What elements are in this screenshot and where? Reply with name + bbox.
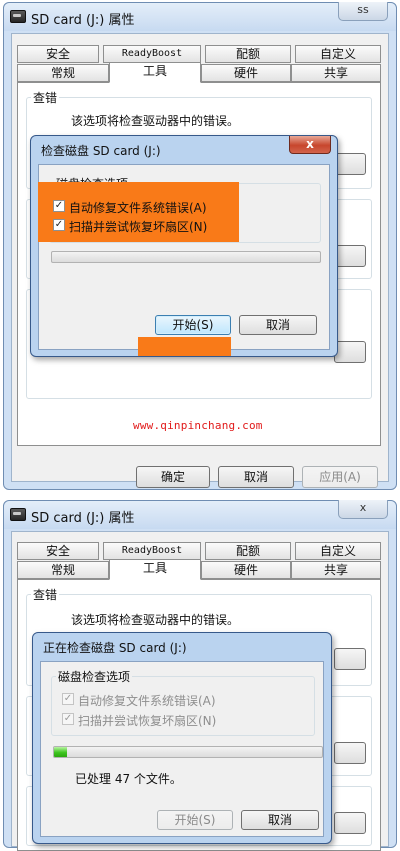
- tab-general-2[interactable]: 常规: [17, 561, 109, 579]
- options-group-label-2: 磁盘检查选项: [56, 668, 133, 685]
- tab-quota-2[interactable]: 配额: [205, 542, 291, 560]
- checkbox-scan-recover-2[interactable]: ✓: [62, 713, 74, 725]
- start-button[interactable]: 开始(S): [155, 315, 231, 335]
- label-auto-fix: 自动修复文件系统错误(A): [69, 201, 207, 215]
- tab-readyboost[interactable]: ReadyBoost: [103, 45, 201, 63]
- highlight-options: ✓ 自动修复文件系统错误(A) ✓ 扫描并尝试恢复坏扇区(N): [38, 182, 239, 242]
- tab-hardware-2[interactable]: 硬件: [201, 561, 291, 579]
- tab-sharing[interactable]: 共享: [291, 64, 381, 82]
- window-title-2: SD card (J:) 属性: [31, 511, 135, 526]
- tab-tools[interactable]: 工具: [109, 62, 201, 83]
- group-title-2: 查错: [31, 586, 60, 603]
- group-description-2: 该选项将检查驱动器中的错误。: [71, 613, 240, 627]
- checkbox-scan-recover[interactable]: ✓: [53, 219, 65, 231]
- backup-button-edge-2[interactable]: [334, 812, 366, 834]
- check-now-button-edge-2[interactable]: [334, 648, 366, 670]
- tab-customize[interactable]: 自定义: [295, 45, 381, 63]
- label-auto-fix-2: 自动修复文件系统错误(A): [78, 694, 216, 708]
- label-scan-recover-2: 扫描并尝试恢复坏扇区(N): [78, 714, 217, 728]
- title-bar-2: SD card (J:) 属性 x: [4, 500, 396, 529]
- title-bar: SD card (J:) 属性 ss: [4, 2, 396, 31]
- disk-check-options-group-2: 磁盘检查选项 ✓ 自动修复文件系统错误(A) ✓ 扫描并尝试恢复坏扇区(N): [51, 668, 315, 736]
- optimize-button-edge[interactable]: [334, 245, 366, 267]
- optimize-button-edge-2[interactable]: [334, 742, 366, 764]
- cancel-button[interactable]: 取消: [218, 466, 294, 488]
- dialog-title: 检查磁盘 SD card (J:): [41, 144, 161, 158]
- group-description: 该选项将检查驱动器中的错误。: [71, 114, 240, 128]
- group-title: 查错: [31, 89, 60, 106]
- tab-quota[interactable]: 配额: [205, 45, 291, 63]
- tab-security-2[interactable]: 安全: [17, 542, 99, 560]
- apply-button[interactable]: 应用(A): [302, 466, 378, 488]
- tab-tools-2[interactable]: 工具: [109, 559, 201, 580]
- status-text: 已处理 47 个文件。: [75, 772, 182, 786]
- checking-disk-dialog: 正在检查磁盘 SD card (J:) 磁盘检查选项 ✓ 自动修复文件系统错误(…: [32, 632, 332, 844]
- window-title: SD card (J:) 属性: [31, 13, 135, 28]
- dialog-title-2: 正在检查磁盘 SD card (J:): [43, 641, 187, 655]
- backup-button-edge[interactable]: [334, 341, 366, 363]
- tab-readyboost-2[interactable]: ReadyBoost: [103, 542, 201, 560]
- tab-security[interactable]: 安全: [17, 45, 99, 63]
- ok-button[interactable]: 确定: [136, 466, 210, 488]
- check-disk-dialog: 检查磁盘 SD card (J:) x 磁盘检查选项 开始(S) 取消: [30, 135, 338, 357]
- check-progress-bar-2: [53, 746, 323, 758]
- window-close-button[interactable]: ss: [338, 2, 388, 21]
- check-progress-bar: [51, 251, 321, 263]
- highlight-below-start: [138, 337, 231, 356]
- tab-customize-2[interactable]: 自定义: [295, 542, 381, 560]
- drive-icon: [10, 10, 26, 23]
- progress-fill-2: [54, 747, 68, 757]
- check-now-button-edge[interactable]: [334, 153, 366, 175]
- tab-sharing-2[interactable]: 共享: [291, 561, 381, 579]
- drive-icon: [10, 508, 26, 521]
- dialog-cancel-button[interactable]: 取消: [239, 315, 317, 335]
- dialog-cancel-button-2[interactable]: 取消: [241, 810, 319, 830]
- start-button-2[interactable]: 开始(S): [157, 810, 233, 830]
- dialog-close-button[interactable]: x: [289, 136, 331, 154]
- watermark: www.qinpinchang.com: [133, 419, 263, 432]
- dialog-client-2: 磁盘检查选项 ✓ 自动修复文件系统错误(A) ✓ 扫描并尝试恢复坏扇区(N) 已…: [40, 661, 324, 837]
- checkbox-auto-fix[interactable]: ✓: [53, 200, 65, 212]
- label-scan-recover: 扫描并尝试恢复坏扇区(N): [69, 220, 208, 234]
- checkbox-auto-fix-2[interactable]: ✓: [62, 693, 74, 705]
- tab-hardware[interactable]: 硬件: [201, 64, 291, 82]
- window-close-button-2[interactable]: x: [338, 500, 388, 519]
- tab-general[interactable]: 常规: [17, 64, 109, 82]
